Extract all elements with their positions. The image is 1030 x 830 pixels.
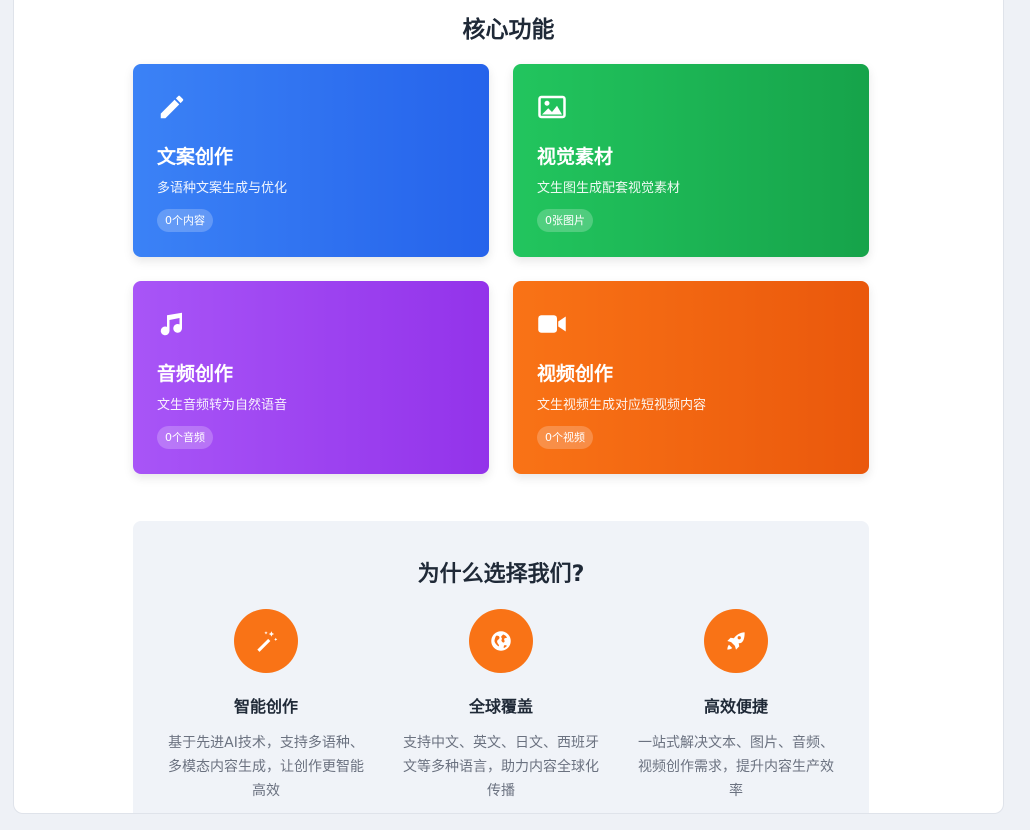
video-card[interactable]: 视频创作 文生视频生成对应短视频内容 0个视频 bbox=[513, 281, 869, 474]
feature-title: 全球覆盖 bbox=[468, 697, 533, 716]
core-features-title: 核心功能 bbox=[462, 17, 555, 43]
magic-wand-icon bbox=[234, 609, 298, 673]
card-count-badge: 0个视频 bbox=[537, 426, 593, 449]
feature-description: 一站式解决文本、图片、音频、视频创作需求，提升内容生产效率 bbox=[638, 735, 834, 799]
feature-global-coverage: 全球覆盖 支持中文、英文、日文、西班牙文等多种语言，助力内容全球化传播 bbox=[401, 609, 601, 803]
card-count-badge: 0张图片 bbox=[537, 209, 593, 232]
feature-description: 基于先进AI技术，支持多语种、多模态内容生成，让创作更智能高效 bbox=[168, 735, 364, 799]
card-title: 视频创作 bbox=[537, 363, 614, 385]
card-title: 视觉素材 bbox=[537, 146, 614, 168]
content-panel: 核心功能 文案创作 多语种文案生成与优化 0个内容 视觉素材 文生图生成配套视觉… bbox=[13, 0, 1004, 814]
scroll-down-arrow-icon[interactable] bbox=[1003, 801, 1004, 808]
why-choose-us-section: 为什么选择我们? 智能创作 基于先进AI技术，支持多语种、多模态内容生成，让创作… bbox=[133, 521, 869, 813]
why-title: 为什么选择我们? bbox=[417, 562, 585, 587]
card-description: 文生图生成配套视觉素材 bbox=[537, 181, 681, 196]
feature-smart-creation: 智能创作 基于先进AI技术，支持多语种、多模态内容生成，让创作更智能高效 bbox=[166, 609, 366, 803]
rocket-icon bbox=[704, 609, 768, 673]
scroll-up-arrow-icon[interactable] bbox=[1003, 6, 1004, 13]
card-description: 文生视频生成对应短视频内容 bbox=[537, 398, 707, 413]
vertical-scrollbar[interactable] bbox=[1000, 0, 1004, 813]
image-icon bbox=[537, 92, 567, 122]
audio-card[interactable]: 音频创作 文生音频转为自然语音 0个音频 bbox=[133, 281, 489, 474]
feature-efficient: 高效便捷 一站式解决文本、图片、音频、视频创作需求，提升内容生产效率 bbox=[636, 609, 836, 803]
feature-description: 支持中文、英文、日文、西班牙文等多种语言，助力内容全球化传播 bbox=[403, 735, 599, 799]
copywriting-card[interactable]: 文案创作 多语种文案生成与优化 0个内容 bbox=[133, 64, 489, 257]
feature-title: 高效便捷 bbox=[703, 697, 768, 716]
video-camera-icon bbox=[537, 309, 567, 339]
card-title: 文案创作 bbox=[157, 146, 234, 168]
pencil-icon bbox=[157, 92, 187, 122]
card-count-badge: 0个音频 bbox=[157, 426, 213, 449]
globe-icon bbox=[469, 609, 533, 673]
feature-title: 智能创作 bbox=[233, 697, 298, 716]
card-description: 文生音频转为自然语音 bbox=[157, 398, 288, 413]
card-count-badge: 0个内容 bbox=[157, 209, 213, 232]
card-description: 多语种文案生成与优化 bbox=[157, 181, 288, 196]
card-title: 音频创作 bbox=[157, 363, 234, 385]
music-icon bbox=[157, 309, 187, 339]
visual-assets-card[interactable]: 视觉素材 文生图生成配套视觉素材 0张图片 bbox=[513, 64, 869, 257]
